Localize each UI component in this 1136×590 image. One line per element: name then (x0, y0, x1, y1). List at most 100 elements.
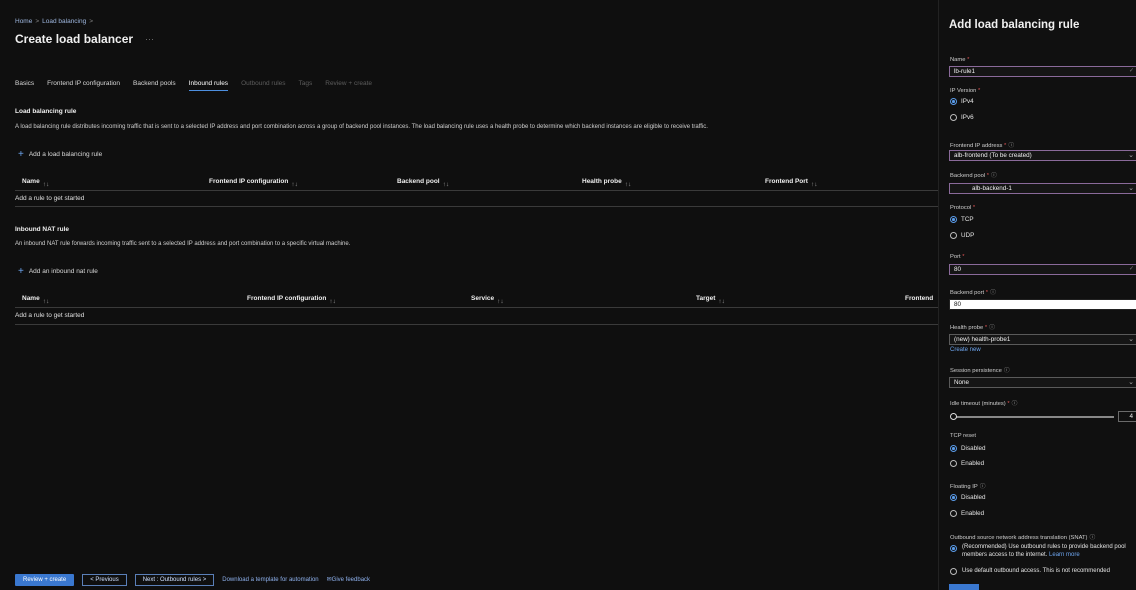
name-field[interactable]: lb-rule1 ✓ (949, 66, 1136, 77)
review-create-button[interactable]: Review + create (15, 573, 75, 586)
column-header-target[interactable]: Target ↑↓ (696, 295, 725, 305)
nat-rule-empty-row: Add a rule to get started (15, 312, 85, 319)
chevron-down-icon: ⌄ (1128, 379, 1134, 386)
idle-timeout-value[interactable]: 4 (1118, 411, 1136, 422)
valid-check-icon: ✓ (1128, 266, 1134, 272)
info-icon: ⓘ (1008, 143, 1015, 149)
tab-frontend-ip[interactable]: Frontend IP configuration (47, 80, 120, 91)
slider-thumb[interactable] (950, 413, 957, 420)
page-title: Create load balancer (15, 32, 134, 46)
info-icon: ⓘ (1089, 535, 1096, 541)
tab-tags[interactable]: Tags (299, 80, 313, 91)
radio-selected-icon (950, 98, 957, 105)
radio-selected-icon (950, 494, 957, 501)
snat-outbound-rules-radio[interactable] (950, 545, 957, 552)
frontend-ip-select[interactable]: alb-frontend (To be created) ⌄ (949, 150, 1136, 161)
radio-icon (950, 568, 957, 575)
tcp-reset-enabled-radio[interactable]: Enabled (950, 460, 984, 467)
backend-port-field[interactable]: 80 (949, 299, 1136, 310)
snat-default-radio[interactable] (950, 568, 957, 575)
tcp-radio[interactable]: TCP (950, 216, 974, 223)
previous-button[interactable]: < Previous (82, 573, 127, 586)
chevron-down-icon: ⌄ (1128, 336, 1134, 343)
column-header-name[interactable]: Name ↑↓ (22, 178, 49, 188)
column-header-health-probe[interactable]: Health probe ↑↓ (582, 178, 631, 188)
udp-radio[interactable]: UDP (950, 232, 974, 239)
protocol-label: Protocol * (950, 205, 976, 211)
breadcrumb-home[interactable]: Home (15, 18, 32, 25)
divider (15, 307, 938, 308)
divider (15, 206, 938, 207)
tcp-reset-label: TCP reset (950, 433, 976, 439)
port-field[interactable]: 80 ✓ (949, 264, 1136, 275)
snat-outbound-rules-text: (Recommended) Use outbound rules to prov… (962, 544, 1126, 558)
learn-more-link[interactable]: Learn more (1049, 552, 1080, 558)
sort-icon: ↑↓ (718, 298, 725, 305)
floating-ip-label: Floating IP ⓘ (950, 484, 986, 490)
ipv4-radio[interactable]: IPv4 (950, 98, 974, 105)
sort-icon: ↑↓ (42, 298, 50, 305)
lb-rule-table-header: Name ↑↓ Frontend IP configuration ↑↓ Backe… (15, 175, 938, 189)
download-template-link[interactable]: Download a template for automation (222, 577, 318, 583)
breadcrumb-separator: > (89, 18, 94, 25)
sort-icon: ↑↓ (291, 181, 298, 188)
more-options-icon[interactable]: ··· (145, 34, 154, 44)
floating-ip-enabled-radio[interactable]: Enabled (950, 510, 984, 517)
divider (15, 190, 938, 191)
backend-pool-label: Backend pool * ⓘ (950, 173, 997, 179)
backend-port-label: Backend port * ⓘ (950, 290, 996, 296)
column-header-backend-pool[interactable]: Backend pool ↑↓ (397, 178, 449, 188)
column-header-frontend-ip[interactable]: Frontend IP configuration ↑↓ (209, 178, 298, 188)
info-icon: ⓘ (979, 484, 986, 490)
give-feedback-link[interactable]: ✉Give feedback (327, 576, 370, 583)
sort-icon: ↑↓ (329, 298, 336, 305)
tcp-reset-disabled-radio[interactable]: Disabled (950, 445, 986, 452)
tab-inbound-rules[interactable]: Inbound rules (188, 80, 229, 91)
session-persistence-select[interactable]: None ⌄ (949, 377, 1136, 388)
next-button[interactable]: Next : Outbound rules > (134, 573, 215, 586)
add-lb-rule-button[interactable]: + Add a load balancing rule (18, 150, 102, 160)
info-icon: ⓘ (1011, 401, 1018, 407)
nat-rule-description: An inbound NAT rule forwards incoming tr… (15, 241, 351, 247)
divider (15, 324, 938, 325)
floating-ip-disabled-radio[interactable]: Disabled (950, 494, 986, 501)
create-new-probe-link[interactable]: Create new (950, 347, 981, 353)
add-nat-rule-button[interactable]: + Add an inbound nat rule (18, 267, 98, 277)
nat-rule-table-header: Name ↑↓ Frontend IP configuration ↑↓ Servi… (15, 292, 938, 306)
info-icon: ⓘ (991, 173, 997, 179)
session-persistence-label: Session persistence ⓘ (950, 368, 1010, 374)
lb-rule-empty-row: Add a rule to get started (15, 195, 85, 202)
sort-icon: ↑↓ (624, 181, 632, 188)
column-header-frontend-port[interactable]: Frontend Port ↑↓ (765, 178, 817, 188)
sort-icon: ↑↓ (442, 181, 450, 188)
ipv6-radio[interactable]: IPv6 (950, 114, 974, 121)
breadcrumb: Home > Load balancing > (15, 18, 93, 25)
sort-icon: ↑↓ (810, 181, 818, 188)
add-button[interactable] (949, 584, 979, 590)
tab-outbound-rules[interactable]: Outbound rules (241, 80, 285, 91)
panel-title: Add load balancing rule (949, 19, 1080, 31)
port-label: Port * (950, 254, 965, 260)
radio-selected-icon (950, 545, 957, 552)
column-header-frontend-ip[interactable]: Frontend IP configuration ↑↓ (247, 295, 336, 305)
lb-rule-description: A load balancing rule distributes incomi… (15, 124, 708, 130)
tab-review-create[interactable]: Review + create (325, 80, 372, 91)
frontend-ip-label: Frontend IP address * ⓘ (950, 143, 1015, 149)
tab-backend-pools[interactable]: Backend pools (133, 80, 176, 91)
breadcrumb-load-balancing[interactable]: Load balancing (42, 18, 86, 25)
health-probe-select[interactable]: (new) health-probe1 ⌄ (949, 334, 1136, 345)
snat-label: Outbound source network address translat… (950, 535, 1096, 541)
column-header-name[interactable]: Name ↑↓ (22, 295, 49, 305)
column-header-service[interactable]: Service ↑↓ (471, 295, 504, 305)
tab-basics[interactable]: Basics (15, 80, 34, 91)
idle-timeout-slider[interactable] (950, 413, 1114, 420)
radio-selected-icon (950, 216, 957, 223)
breadcrumb-separator: > (35, 18, 40, 25)
radio-icon (950, 460, 957, 467)
radio-icon (950, 510, 957, 517)
backend-pool-select[interactable]: alb-backend-1 ⌄ (949, 183, 1136, 194)
column-header-frontend[interactable]: Frontend (905, 295, 933, 302)
health-probe-label: Health probe * ⓘ (950, 325, 995, 331)
info-icon: ⓘ (1003, 368, 1010, 374)
lb-rule-heading: Load balancing rule (15, 108, 77, 115)
